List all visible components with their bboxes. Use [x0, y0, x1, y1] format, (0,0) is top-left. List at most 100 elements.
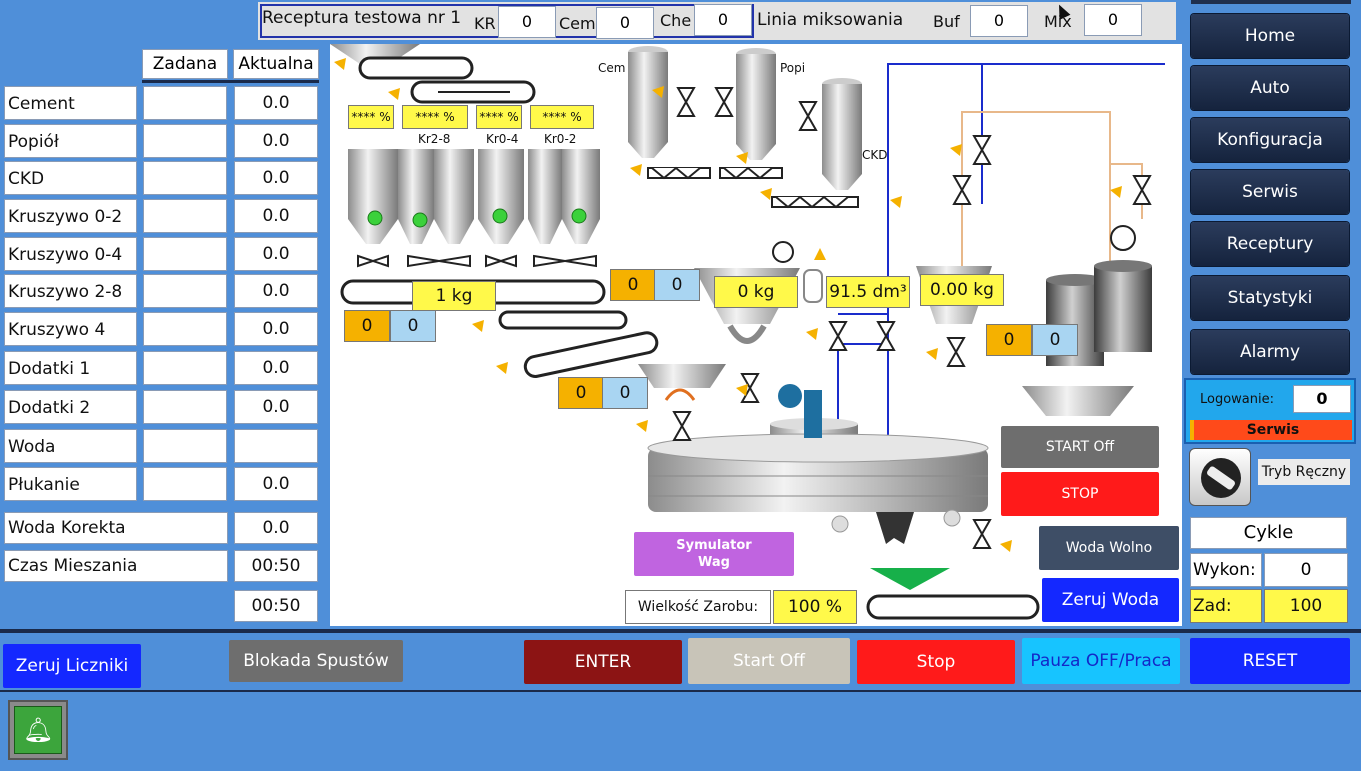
ingredient-set-value[interactable] [143, 124, 227, 158]
ingredient-label: Woda [4, 429, 137, 463]
agg-label-kr28: Kr2-8 [418, 132, 451, 146]
mix-time-value[interactable]: 00:50 [234, 550, 318, 582]
rotary-switch-icon [1201, 458, 1241, 498]
counter-cem-b: 0 [654, 269, 700, 301]
water-correction-value[interactable]: 0.0 [234, 512, 318, 544]
reset-water-button[interactable]: Zeruj Woda [1042, 578, 1179, 622]
login-role: Serwis [1190, 420, 1352, 440]
counter-mix-b: 0 [602, 377, 648, 409]
ingredient-actual-value: 0.0 [234, 390, 318, 424]
ingredient-label: Kruszywo 2-8 [4, 274, 137, 308]
percent-box-3: **** % [476, 105, 522, 129]
nav-serwis-button[interactable]: Serwis [1191, 170, 1349, 214]
block-discharge-button[interactable]: Blokada Spustów [229, 640, 403, 682]
manual-mode-switch[interactable] [1189, 448, 1251, 506]
bottom-divider [0, 629, 1361, 633]
silo-gates [357, 254, 597, 268]
nav-home-button[interactable]: Home [1191, 14, 1349, 58]
ingredient-set-value[interactable] [143, 161, 227, 195]
buf-input[interactable]: 0 [970, 5, 1028, 37]
counter-add-a: 0 [986, 324, 1032, 356]
ingredient-set-value[interactable] [143, 390, 227, 424]
discharge-arrow [870, 568, 950, 590]
alarm-indicator[interactable]: 🔔︎ [8, 700, 68, 760]
transfer-belt [498, 310, 628, 330]
mix-time-actual: 00:50 [234, 590, 318, 622]
cem-input[interactable]: 0 [596, 7, 654, 39]
counter-add-b: 0 [1032, 324, 1078, 356]
login-value[interactable]: 0 [1293, 385, 1351, 413]
additive-scale-display: 0.00 kg [920, 274, 1004, 306]
nav-auto-button[interactable]: Auto [1191, 66, 1349, 110]
percent-box-4: **** % [530, 105, 594, 129]
slow-water-button[interactable]: Woda Wolno [1039, 526, 1179, 570]
nav-receptury-button[interactable]: Receptury [1191, 222, 1349, 266]
ingredient-actual-value: 0.0 [234, 161, 318, 195]
cycles-done-label: Wykon: [1190, 553, 1262, 587]
counter-mix-a: 0 [558, 377, 604, 409]
stop-button[interactable]: STOP [1001, 472, 1159, 516]
belt-top [358, 56, 474, 80]
discharge-belt [866, 594, 1040, 620]
percent-box-2: **** % [402, 105, 468, 129]
ingredient-set-value[interactable] [143, 199, 227, 233]
nav-konfiguracja-button[interactable]: Konfiguracja [1191, 118, 1349, 162]
manual-mode-label: Tryb Ręczny [1258, 459, 1350, 485]
reset-button[interactable]: RESET [1190, 638, 1350, 684]
ingredient-actual-value: 0.0 [234, 312, 318, 346]
kr-label: KR [474, 14, 496, 33]
ingredient-set-value[interactable] [143, 351, 227, 385]
reset-counters-button[interactable]: Zeruj Liczniki [3, 644, 141, 688]
ingredient-set-value[interactable] [143, 237, 227, 271]
ingredient-set-value[interactable] [143, 312, 227, 346]
mix-line-label: Linia miksowania [757, 10, 904, 30]
batch-size-value[interactable]: 100 % [773, 590, 857, 624]
water-correction-label: Woda Korekta [4, 512, 228, 544]
ingredient-actual-value: 0.0 [234, 237, 318, 271]
ingredient-set-value[interactable] [143, 86, 227, 120]
nav-statystyki-button[interactable]: Statystyki [1191, 276, 1349, 320]
enter-button[interactable]: ENTER [524, 640, 682, 684]
percent-box-1: **** % [348, 105, 394, 129]
discharge-hopper [1022, 386, 1134, 416]
start-off-bottom-button[interactable]: Start Off [688, 638, 850, 684]
batch-size-label: Wielkość Zarobu: [625, 590, 771, 624]
ingredient-label: Kruszywo 0-4 [4, 237, 137, 271]
mix-time-label: Czas Mieszania [4, 550, 228, 582]
start-off-button[interactable]: START Off [1001, 426, 1159, 468]
counter-agg-b: 0 [390, 310, 436, 342]
recipe-name: Receptura testowa nr 1 [262, 8, 462, 28]
ingredient-label: Dodatki 1 [4, 351, 137, 385]
ingredient-actual-value: 0.0 [234, 199, 318, 233]
silo-label-popi: Popi [780, 61, 806, 75]
cycles-target-label: Zad: [1190, 589, 1262, 623]
ingredient-label: Cement [4, 86, 137, 120]
aggregate-silos [348, 149, 600, 244]
stop-bottom-button[interactable]: Stop [857, 640, 1015, 684]
nav-alarmy-button[interactable]: Alarmy [1191, 330, 1349, 374]
pause-button[interactable]: Pauza OFF/Praca [1022, 638, 1180, 684]
scale-simulator-button[interactable]: Symulator Wag [634, 532, 794, 576]
ingredient-label: Kruszywo 0-2 [4, 199, 137, 233]
ingredient-label: Popiół [4, 124, 137, 158]
water-scale-display: 91.5 dm³ [826, 276, 910, 308]
mixer [638, 364, 989, 544]
counter-cem-a: 0 [610, 269, 656, 301]
buf-label: Buf [933, 12, 960, 31]
kr-input[interactable]: 0 [498, 6, 556, 38]
che-label: Che [660, 11, 692, 30]
ingredient-set-value[interactable] [143, 467, 227, 501]
ingredient-set-value[interactable] [143, 429, 227, 463]
ingredient-set-value[interactable] [143, 274, 227, 308]
process-canvas: Cem Popi CKD Kr2-8 Kr0-4 Kr0-2 **** % **… [330, 44, 1182, 626]
ingredient-actual-value: 0.0 [234, 86, 318, 120]
ingredient-actual-value: 0.0 [234, 351, 318, 385]
footer-divider [0, 690, 1361, 692]
agg-label-kr02: Kr0-2 [544, 132, 577, 146]
ingredient-actual-value: 0.0 [234, 274, 318, 308]
mix-input[interactable]: 0 [1084, 4, 1142, 36]
header-divider [142, 80, 319, 83]
cycles-target-value[interactable]: 100 [1264, 589, 1348, 623]
silo-label-ckd: CKD [862, 148, 888, 162]
che-input[interactable]: 0 [694, 4, 752, 36]
